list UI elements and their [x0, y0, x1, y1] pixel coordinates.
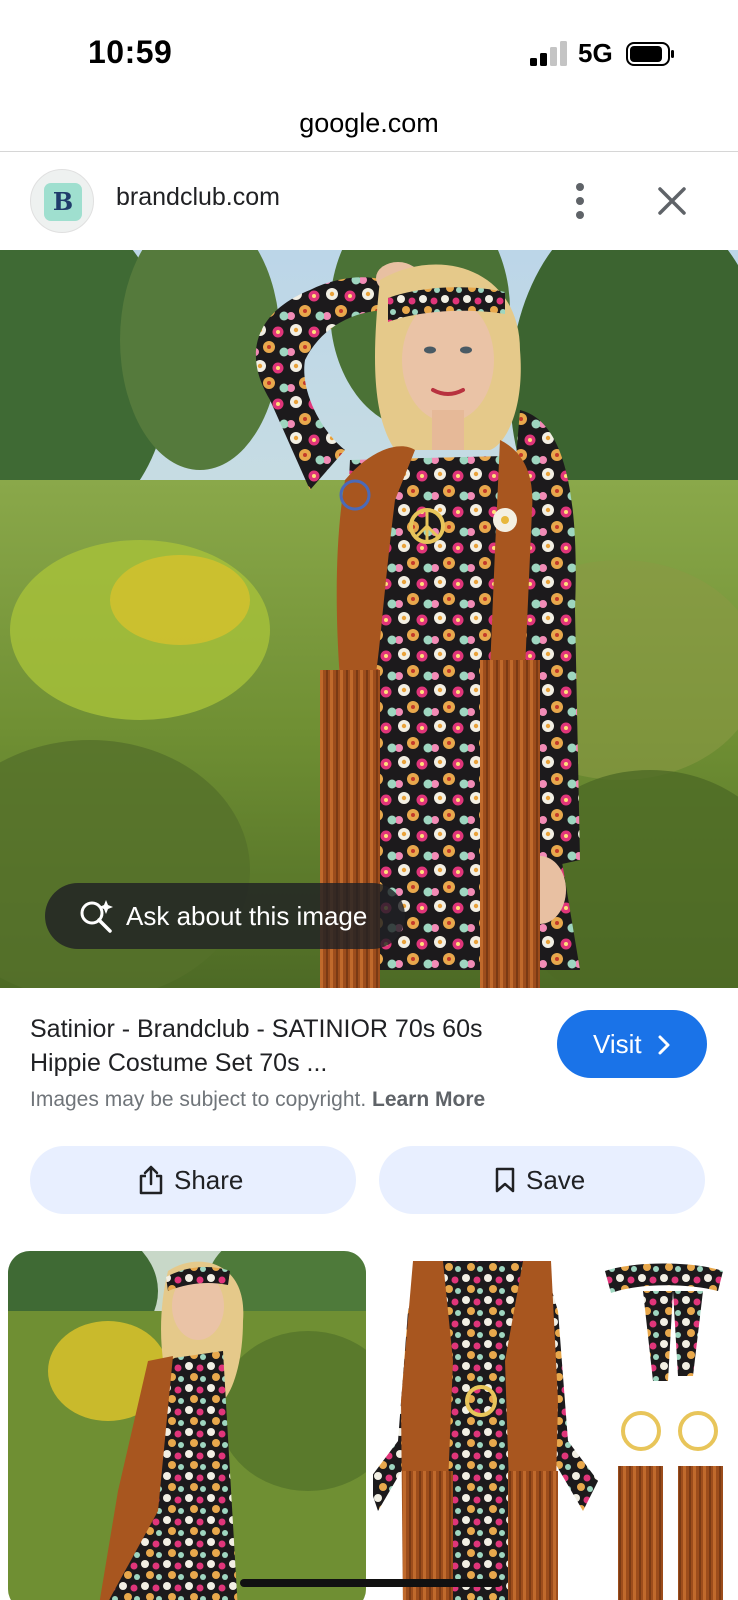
- share-button[interactable]: Share: [30, 1146, 356, 1214]
- battery-icon: [626, 42, 674, 66]
- network-type: 5G: [578, 38, 613, 68]
- more-vert-icon[interactable]: [562, 179, 598, 223]
- bookmark-icon: [495, 1167, 515, 1193]
- home-indicator[interactable]: [240, 1579, 502, 1587]
- share-icon: [139, 1165, 163, 1195]
- visit-label: Visit: [593, 1029, 642, 1059]
- lens-sparkle-icon: [80, 900, 113, 933]
- close-icon[interactable]: [652, 181, 692, 221]
- url-text: google.com: [299, 108, 439, 138]
- address-bar[interactable]: google.com: [0, 100, 738, 152]
- visit-button[interactable]: Visit: [557, 1010, 707, 1078]
- share-label: Share: [174, 1164, 244, 1195]
- learn-more-link[interactable]: Learn More: [372, 1088, 485, 1111]
- save-label: Save: [526, 1164, 586, 1195]
- copyright-notice: Images may be subject to copyright. Lear…: [30, 1088, 485, 1112]
- status-time: 10:59: [88, 34, 173, 70]
- site-header: B brandclub.com: [0, 153, 738, 249]
- costume-photo: [0, 250, 738, 988]
- save-button[interactable]: Save: [379, 1146, 705, 1214]
- copyright-text: Images may be subject to copyright.: [30, 1088, 372, 1111]
- site-name[interactable]: brandclub.com: [116, 183, 280, 212]
- main-image[interactable]: Ask about this image: [0, 250, 738, 988]
- site-favicon-letter: B: [44, 183, 82, 221]
- site-favicon: B: [30, 169, 94, 233]
- ask-about-image-label: Ask about this image: [126, 901, 368, 931]
- signal-icon: [530, 41, 567, 66]
- result-title[interactable]: Satinior - Brandclub - SATINIOR 70s 60s …: [30, 1012, 530, 1080]
- related-image-thumbnail[interactable]: [373, 1251, 730, 1600]
- result-info: Satinior - Brandclub - SATINIOR 70s 60s …: [0, 988, 738, 1238]
- related-photo-side-view: [8, 1251, 366, 1600]
- related-photo-costume-set: [373, 1251, 730, 1600]
- chevron-right-icon: [658, 1035, 670, 1055]
- status-bar: 10:59 5G: [0, 0, 738, 100]
- related-image-thumbnail[interactable]: [8, 1251, 366, 1600]
- ask-about-image-button[interactable]: Ask about this image: [45, 883, 405, 949]
